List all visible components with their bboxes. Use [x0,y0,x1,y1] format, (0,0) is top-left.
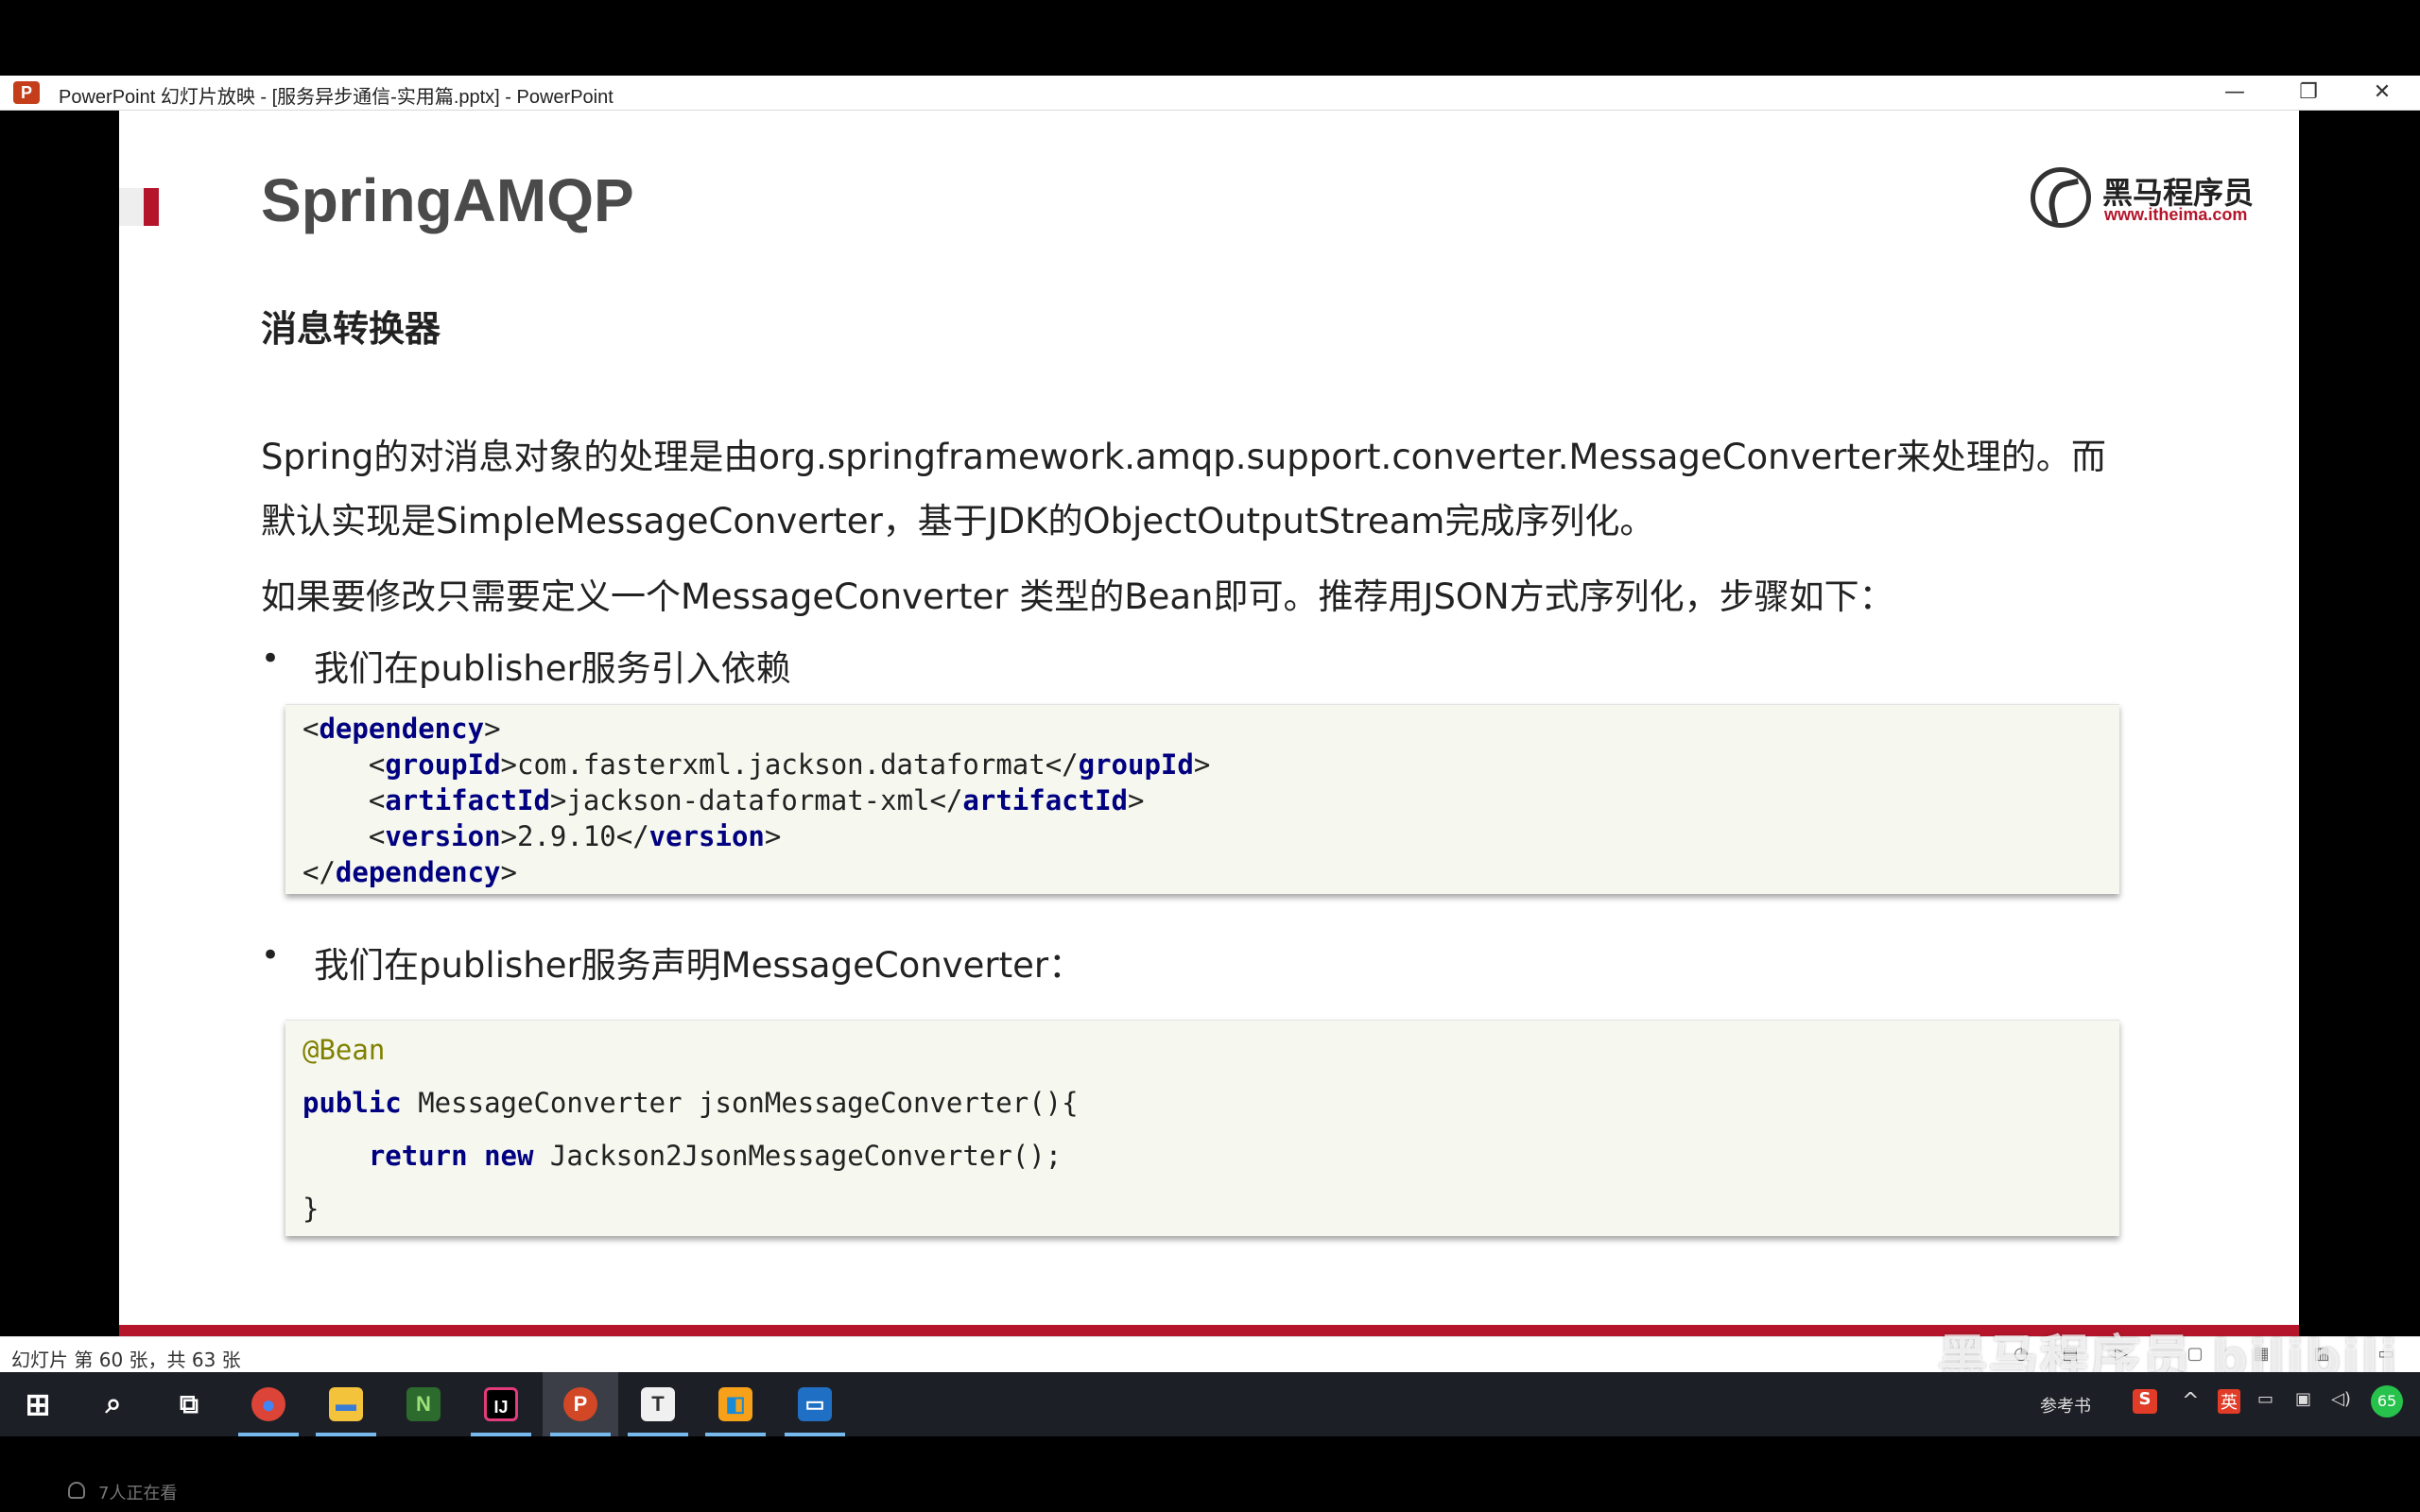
remote-desktop-icon: ▭ [798,1387,832,1421]
taskbar-remote-desktop[interactable]: ▭ [777,1372,853,1436]
dependency-code-block: <dependency> <groupId>com.fasterxml.jack… [285,704,2119,894]
section-heading: 消息转换器 [261,308,441,350]
windows-icon: ⊞ [25,1387,51,1421]
chrome-icon: ● [251,1387,285,1421]
powerpoint-app-icon: P [13,81,40,104]
tray-label[interactable]: 参考书 [2040,1393,2091,1418]
battery-icon[interactable]: ▭ [2257,1389,2273,1409]
folder-icon: ▬ [329,1387,363,1421]
taskbar-notepad[interactable]: N [386,1372,461,1436]
code-line: <groupId>com.fasterxml.jackson.dataforma… [302,748,1211,781]
task-view-icon: ⧉ [180,1389,199,1418]
taskbar-chrome[interactable]: ● [231,1372,306,1436]
running-indicator [785,1433,845,1436]
window-title: PowerPoint 幻灯片放映 - [服务异步通信-实用篇.pptx] - P… [59,87,614,108]
task-view-button[interactable]: ⧉ [151,1372,227,1436]
running-indicator [628,1433,688,1436]
running-indicator [471,1433,531,1436]
bullet-dot: • [261,936,281,974]
app-orange-icon: ◧ [718,1387,752,1421]
code-line: return new Jackson2JsonMessageConverter(… [368,1140,1063,1172]
show-hidden-icons-button[interactable]: ^ [2182,1389,2199,1413]
title-accent-shadow [119,188,144,226]
code-line: public MessageConverter jsonMessageConve… [302,1087,1079,1119]
typora-icon: T [641,1387,675,1421]
search-button[interactable]: ⌕ [76,1372,151,1436]
tray-badge[interactable]: 65 [2371,1385,2403,1418]
bullet-1: 我们在publisher服务引入依赖 [314,648,791,689]
slide-canvas[interactable]: SpringAMQP 黑马程序员 www.itheima.com 消息转换器 S… [119,111,2299,1336]
code-line: </dependency> [302,856,517,888]
paragraph-line-1: Spring的对消息对象的处理是由org.springframework.amq… [261,437,2106,477]
code-line: <artifactId>jackson-dataformat-xml</arti… [302,784,1145,816]
taskbar: ⊞ ⌕ ⧉ ● ▬ N IJ P T ◧ ▭ 参考书 S ^ 英 ▭ ▣ ◁) … [0,1372,2420,1436]
ime-indicator[interactable]: 英 [2218,1389,2240,1414]
taskbar-file-explorer[interactable]: ▬ [308,1372,384,1436]
sogou-icon[interactable]: S [2133,1389,2157,1414]
minimize-button[interactable]: — [2199,76,2271,110]
notepad-icon: N [406,1387,441,1421]
code-line: } [302,1193,320,1225]
close-button[interactable]: ✕ [2346,76,2418,110]
network-icon[interactable]: ▣ [2295,1389,2311,1409]
intellij-icon: IJ [484,1387,518,1421]
volume-icon[interactable]: ◁) [2331,1389,2351,1409]
paragraph-line-2: 默认实现是SimpleMessageConverter，基于JDK的Object… [261,501,1655,541]
slide-title: SpringAMQP [261,166,634,234]
horse-logo-icon [2031,167,2091,228]
restore-button[interactable]: ❐ [2273,76,2344,110]
search-icon: ⌕ [105,1388,122,1419]
bullet-dot: • [261,640,281,678]
running-indicator [705,1433,766,1436]
taskbar-typora[interactable]: T [620,1372,696,1436]
start-button[interactable]: ⊞ [0,1372,76,1436]
taskbar-orange-app[interactable]: ◧ [698,1372,773,1436]
code-line: <version>2.9.10</version> [302,820,782,852]
brand-logo: 黑马程序员 www.itheima.com [2019,160,2254,235]
code-line: <dependency> [302,713,501,745]
bullet-2: 我们在publisher服务声明MessageConverter： [314,945,1084,986]
brand-url: www.itheima.com [2104,205,2248,224]
running-indicator [550,1433,611,1436]
viewer-count: 7人正在看 [98,1484,178,1503]
statusbar: 幻灯片 第 60 张，共 63 张 ◔ ▤ ▷ ▢ ▦ ▥ ▭ 黑马程序员 bi… [0,1331,2420,1387]
paragraph-2: 如果要修改只需要定义一个MessageConverter 类型的Bean即可。推… [261,576,1894,617]
bean-code-block: @Bean public MessageConverter jsonMessag… [285,1020,2119,1236]
slide-counter: 幻灯片 第 60 张，共 63 张 [11,1349,241,1371]
code-line: @Bean [302,1034,386,1066]
running-indicator [238,1433,299,1436]
title-accent-bar [144,188,159,226]
taskbar-powerpoint[interactable]: P [543,1372,618,1436]
window-titlebar: P PowerPoint 幻灯片放映 - [服务异步通信-实用篇.pptx] -… [0,76,2420,111]
viewer-icon [68,1482,85,1499]
running-indicator [316,1433,376,1436]
taskbar-intellij[interactable]: IJ [463,1372,539,1436]
powerpoint-icon: P [563,1387,597,1421]
